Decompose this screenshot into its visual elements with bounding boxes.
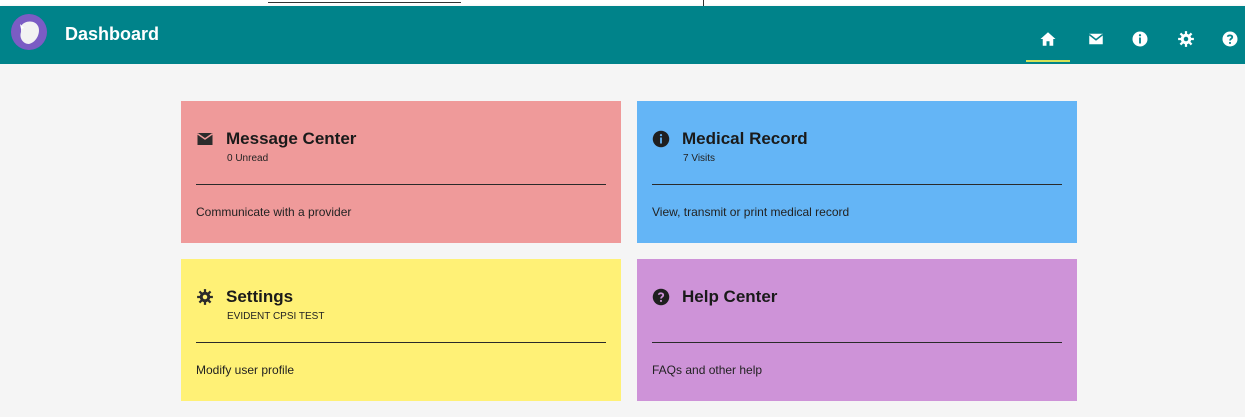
card-header: Settings: [196, 287, 293, 307]
nav-info-button[interactable]: [1118, 19, 1162, 59]
gear-icon: [1178, 31, 1194, 47]
card-header: Message Center: [196, 129, 356, 149]
help-icon: [1222, 31, 1238, 47]
divider: [196, 342, 606, 343]
help-icon: [652, 288, 670, 306]
card-subtitle: EVIDENT CPSI TEST: [227, 311, 325, 322]
card-description: View, transmit or print medical record: [652, 205, 850, 219]
help-center-card[interactable]: Help Center FAQs and other help: [637, 259, 1077, 401]
card-title: Help Center: [682, 287, 778, 306]
page-title: Dashboard: [65, 24, 160, 44]
divider: [196, 184, 606, 185]
envelope-icon: [197, 133, 213, 145]
gear-icon: [197, 289, 213, 305]
card-title: Medical Record: [682, 129, 808, 148]
divider: [652, 184, 1062, 185]
message-center-card[interactable]: Message Center 0 Unread Communicate with…: [181, 101, 621, 243]
card-description: FAQs and other help: [652, 363, 763, 377]
settings-card[interactable]: Settings EVIDENT CPSI TEST Modify user p…: [181, 259, 621, 401]
card-subtitle: 0 Unread: [227, 153, 269, 164]
info-icon: [652, 130, 670, 148]
card-description: Modify user profile: [196, 363, 295, 377]
app-logo[interactable]: [11, 14, 47, 50]
dashboard-content: Message Center 0 Unread Communicate with…: [0, 64, 1245, 417]
card-description: Communicate with a provider: [196, 205, 352, 219]
nav-home-button[interactable]: [1026, 19, 1070, 62]
divider: [268, 2, 461, 3]
card-title: Message Center: [226, 129, 357, 148]
logo-icon: [11, 14, 47, 50]
mail-icon: [1088, 33, 1104, 45]
card-header: Help Center: [652, 287, 777, 307]
medical-record-card[interactable]: Medical Record 7 Visits View, transmit o…: [637, 101, 1077, 243]
card-title: Settings: [226, 287, 294, 306]
app-bar: Dashboard: [0, 6, 1245, 64]
nav-mail-button[interactable]: [1074, 19, 1118, 59]
divider: [652, 342, 1062, 343]
nav-settings-button[interactable]: [1164, 19, 1208, 59]
card-header: Medical Record: [652, 129, 808, 149]
info-icon: [1132, 31, 1148, 47]
card-subtitle: 7 Visits: [683, 153, 716, 164]
nav-help-button[interactable]: [1208, 19, 1245, 59]
home-icon: [1040, 32, 1056, 46]
